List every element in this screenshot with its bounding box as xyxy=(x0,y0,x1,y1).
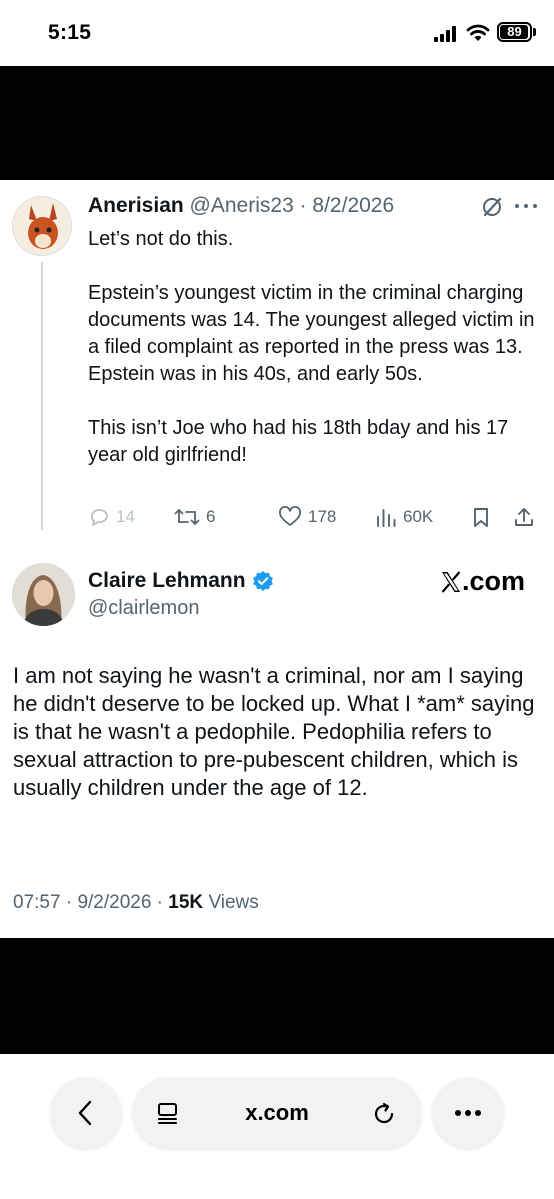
main-tweet-meta: 07:57 · 9/2/2026 · 15K Views xyxy=(13,892,259,914)
views-icon xyxy=(377,509,396,527)
redaction-band-top xyxy=(0,66,554,180)
separator-dot: · xyxy=(151,892,169,913)
reply-avatar[interactable] xyxy=(12,196,72,256)
reply-paragraph: Epstein’s youngest victim in the crimina… xyxy=(88,282,535,385)
back-icon xyxy=(78,1100,92,1126)
thread-line xyxy=(41,262,43,530)
main-tweet-text: I am not saying he wasn't a criminal, no… xyxy=(13,663,535,800)
reply-header: Anerisian @Aneris23 · 8/2/2026 xyxy=(88,194,394,218)
like-icon xyxy=(279,506,301,526)
like-count: 178 xyxy=(308,507,337,526)
x-logo-text: .com xyxy=(462,566,526,596)
like-button[interactable]: 178 xyxy=(278,504,336,530)
main-time[interactable]: 07:57 xyxy=(13,892,61,913)
share-icon xyxy=(515,508,533,526)
reply-paragraph: Let’s not do this. xyxy=(88,228,234,250)
separator-dot: · xyxy=(293,194,313,217)
reply-body: Let’s not do this. Epstein’s youngest vi… xyxy=(88,226,538,469)
battery-icon: 89 xyxy=(497,22,532,42)
main-name-row: Claire Lehmann xyxy=(88,569,274,593)
menu-dots-icon xyxy=(455,1110,481,1116)
x-logo-icon xyxy=(441,570,461,593)
separator-dot: · xyxy=(60,892,78,913)
main-author-name[interactable]: Claire Lehmann xyxy=(88,569,246,593)
battery-cap xyxy=(533,28,536,36)
grok-icon[interactable] xyxy=(481,196,503,218)
reply-icon xyxy=(90,509,108,526)
signal-icon xyxy=(434,26,456,42)
repost-count: 6 xyxy=(206,507,216,526)
main-date[interactable]: 9/2/2026 xyxy=(77,892,151,913)
main-author-handle[interactable]: @clairlemon xyxy=(88,597,199,620)
wifi-icon xyxy=(466,24,490,41)
views-count: 60K xyxy=(403,507,434,526)
share-button[interactable] xyxy=(513,504,541,530)
main-avatar[interactable] xyxy=(12,563,75,626)
verified-icon xyxy=(252,571,273,591)
redaction-band-bottom xyxy=(0,938,554,1054)
main-views-label: Views xyxy=(208,892,259,913)
reply-author-name[interactable]: Anerisian xyxy=(88,194,184,217)
reply-author-handle[interactable]: @Aneris23 xyxy=(190,194,294,217)
battery-level: 89 xyxy=(507,24,522,39)
reply-button[interactable]: 14 xyxy=(88,504,135,530)
more-icon[interactable] xyxy=(513,196,539,216)
reply-date[interactable]: 8/2/2026 xyxy=(312,194,394,217)
bookmark-icon xyxy=(474,508,488,527)
back-button[interactable] xyxy=(51,1078,121,1148)
views-button[interactable]: 60K xyxy=(375,504,433,530)
reply-paragraph: This isn’t Joe who had his 18th bday and… xyxy=(88,417,509,466)
reply-count: 14 xyxy=(116,507,135,526)
main-views-count: 15K xyxy=(168,892,204,913)
reply-actions: 14 6 178 60K xyxy=(88,504,548,530)
status-time: 5:15 xyxy=(48,21,92,44)
bookmark-button[interactable] xyxy=(471,504,497,530)
repost-button[interactable]: 6 xyxy=(174,504,215,530)
reload-icon[interactable] xyxy=(371,1101,397,1127)
menu-button[interactable] xyxy=(433,1078,503,1148)
x-logo: .com xyxy=(440,566,525,597)
repost-icon xyxy=(174,509,200,525)
